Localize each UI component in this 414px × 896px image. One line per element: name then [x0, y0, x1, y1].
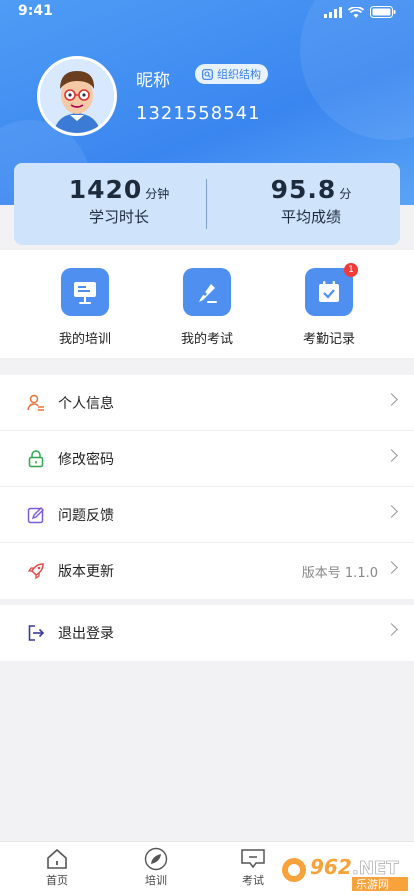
menu-label: 问题反馈 [58, 507, 114, 524]
logout-section: 退出登录 [0, 605, 414, 661]
quick-label-training: 我的培训 [58, 332, 111, 347]
pen-exam-icon [183, 268, 231, 316]
avatar-face-icon [40, 59, 114, 133]
signal-icon [324, 6, 342, 18]
org-structure-label: 组织结构 [217, 68, 261, 81]
org-structure-button[interactable]: 组织结构 [195, 64, 268, 84]
menu-label: 版本更新 [58, 564, 114, 580]
person-info-icon [26, 393, 46, 413]
avatar[interactable] [37, 56, 117, 136]
logout-icon [26, 623, 46, 643]
calendar-check-icon: 1 [305, 263, 358, 316]
battery-icon [370, 6, 396, 18]
leaf-icon [111, 846, 201, 872]
quick-my-training[interactable]: 我的培训 [35, 268, 135, 347]
menu-item-logout[interactable]: 退出登录 [0, 605, 414, 661]
tab-home[interactable]: 首页 [12, 846, 102, 888]
menu-item-feedback[interactable]: 问题反馈 [0, 487, 414, 543]
status-icons [324, 6, 396, 18]
study-time-stat[interactable]: 1420 分钟 学习时长 [54, 175, 184, 227]
edit-feedback-icon [26, 505, 46, 525]
svg-text:962: 962 [310, 855, 352, 879]
svg-text:.NET: .NET [352, 858, 399, 879]
site-watermark: 962 .NET 乐游网 [280, 848, 410, 892]
phone-number: 1321558541 [136, 103, 261, 124]
chevron-right-icon [385, 623, 398, 636]
org-structure-icon [202, 68, 213, 80]
avg-score-label: 平均成绩 [280, 208, 341, 226]
chevron-right-icon [385, 393, 398, 406]
chevron-right-icon [385, 561, 398, 574]
wifi-icon [348, 6, 364, 18]
quick-attendance[interactable]: 1 考勤记录 [279, 263, 379, 347]
version-number: 版本号 1.1.0 [301, 565, 378, 581]
menu-item-change-password[interactable]: 修改密码 [0, 431, 414, 487]
menu-item-version-update[interactable]: 版本更新 版本号 1.1.0 [0, 543, 414, 599]
settings-menu: 个人信息 修改密码 问题反馈 版本更新 版本号 1.1.0 [0, 375, 414, 599]
study-time-unit: 分钟 [145, 187, 170, 201]
stats-divider [206, 179, 207, 229]
study-time-value: 1420 [68, 175, 143, 204]
training-board-icon [61, 268, 109, 316]
menu-label: 个人信息 [58, 395, 114, 412]
tab-label: 培训 [145, 874, 167, 887]
status-bar: 9:41 [0, 0, 414, 24]
attendance-badge: 1 [344, 263, 358, 277]
nickname: 昵称 [136, 71, 170, 91]
chevron-right-icon [385, 505, 398, 518]
avg-score-unit: 分 [339, 187, 352, 201]
quick-actions: 我的培训 我的考试 1 考勤记录 [0, 250, 414, 358]
watermark-logo-icon: 962 .NET 乐游网 [282, 855, 408, 891]
avg-score-stat[interactable]: 95.8 分 平均成绩 [246, 175, 376, 227]
tab-training[interactable]: 培训 [111, 846, 201, 888]
avg-score-value: 95.8 [270, 175, 337, 204]
home-icon [12, 846, 102, 872]
status-time: 9:41 [18, 3, 53, 19]
menu-item-personal-info[interactable]: 个人信息 [0, 375, 414, 431]
chevron-right-icon [385, 449, 398, 462]
study-time-label: 学习时长 [88, 208, 149, 226]
quick-label-exam: 我的考试 [180, 332, 233, 347]
menu-label: 退出登录 [58, 626, 114, 642]
quick-my-exam[interactable]: 我的考试 [157, 268, 257, 347]
quick-label-attendance: 考勤记录 [302, 332, 355, 347]
lock-icon [26, 449, 46, 469]
menu-label: 修改密码 [58, 451, 114, 468]
stats-card: 1420 分钟 学习时长 95.8 分 平均成绩 [14, 163, 400, 245]
tab-label: 首页 [46, 874, 68, 887]
rocket-icon [26, 561, 46, 581]
svg-text:乐游网: 乐游网 [356, 878, 389, 891]
